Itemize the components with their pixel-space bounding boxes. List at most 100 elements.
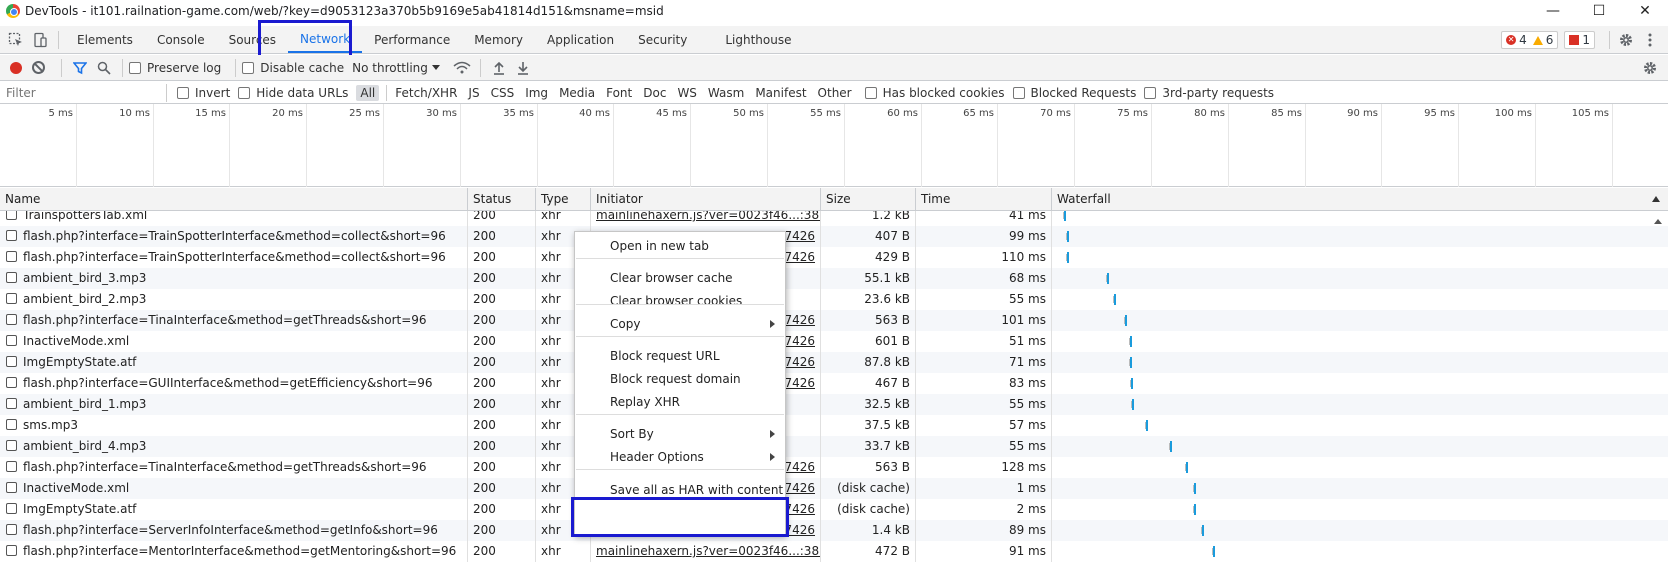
inspect-element-icon[interactable] bbox=[4, 28, 28, 52]
preserve-log-checkbox[interactable] bbox=[129, 61, 141, 74]
filter-funnel-icon[interactable] bbox=[68, 56, 92, 80]
third-party-requests-checkbox[interactable] bbox=[1144, 86, 1157, 99]
initiator-link[interactable]: mainlinehaxern.js?ver=0023f46...:387426 bbox=[596, 544, 820, 558]
request-row[interactable]: flash.php?interface=MentorInterface&meth… bbox=[0, 541, 1668, 562]
request-row[interactable]: ambient_bird_4.mp3 200 xhr 33.7 kB 55 ms bbox=[0, 436, 1668, 457]
tab-performance[interactable]: Performance bbox=[362, 26, 462, 53]
request-row[interactable]: flash.php?interface=TinaInterface&method… bbox=[0, 457, 1668, 478]
request-row[interactable]: ImgEmptyState.atf 200 xhr ...387426 87.8 kB 7… bbox=[0, 352, 1668, 373]
has-blocked-cookies-checkbox[interactable] bbox=[864, 86, 877, 99]
request-row[interactable]: InactiveMode.xml 200 xhr ...387426 601 B 51 m… bbox=[0, 331, 1668, 352]
request-name-cell[interactable]: ambient_bird_1.mp3 bbox=[0, 394, 468, 415]
filter-type-all[interactable]: All bbox=[356, 84, 380, 101]
network-settings-gear-icon[interactable] bbox=[1638, 56, 1662, 80]
column-header-size[interactable]: Size bbox=[821, 188, 916, 211]
request-name-cell[interactable]: flash.php?interface=TrainSpotterInterfac… bbox=[0, 247, 468, 268]
maximize-button[interactable]: ☐ bbox=[1576, 0, 1622, 21]
column-header-type[interactable]: Type bbox=[536, 188, 591, 211]
request-name-cell[interactable]: flash.php?interface=ServerInfoInterface&… bbox=[0, 520, 468, 541]
column-header-time[interactable]: Time bbox=[916, 188, 1052, 211]
request-name-cell[interactable]: ImgEmptyState.atf bbox=[0, 352, 468, 373]
context-menu-item[interactable]: Block request domain bbox=[575, 368, 785, 390]
request-row[interactable]: ambient_bird_2.mp3 200 xhr 23.6 kB 55 ms bbox=[0, 289, 1668, 310]
tab-security[interactable]: Security bbox=[626, 26, 699, 53]
request-name-cell[interactable]: InactiveMode.xml bbox=[0, 331, 468, 352]
clear-icon[interactable] bbox=[32, 61, 45, 74]
context-menu-item[interactable]: Open in new tab bbox=[575, 235, 785, 257]
minimize-button[interactable]: — bbox=[1530, 0, 1576, 21]
request-name-cell[interactable]: ambient_bird_3.mp3 bbox=[0, 268, 468, 289]
blocked-requests-checkbox[interactable] bbox=[1012, 86, 1025, 99]
filter-type-ws[interactable]: WS bbox=[673, 85, 700, 101]
context-menu-item[interactable]: Copy bbox=[575, 313, 785, 335]
console-counters[interactable]: ✕ 4 6 bbox=[1501, 31, 1559, 49]
request-row[interactable]: ambient_bird_3.mp3 200 xhr 55.1 kB 68 ms bbox=[0, 268, 1668, 289]
initiator-link[interactable]: mainlinehaxern.js?ver=0023f46...:387426 bbox=[596, 211, 820, 222]
tab-lighthouse[interactable]: Lighthouse bbox=[713, 26, 803, 53]
import-har-icon[interactable] bbox=[487, 56, 511, 80]
request-name-cell[interactable]: ambient_bird_2.mp3 bbox=[0, 289, 468, 310]
request-row[interactable]: ambient_bird_1.mp3 200 xhr 32.5 kB 55 ms bbox=[0, 394, 1668, 415]
context-menu-item[interactable]: Header Options bbox=[575, 446, 785, 468]
throttling-select[interactable]: No throttling bbox=[352, 61, 428, 75]
request-row[interactable]: flash.php?interface=TrainSpotterInterfac… bbox=[0, 226, 1668, 247]
request-initiator[interactable]: mainlinehaxern.js?ver=0023f46...:387426 bbox=[591, 211, 821, 226]
search-icon[interactable] bbox=[92, 56, 116, 80]
device-toolbar-icon[interactable] bbox=[28, 28, 52, 52]
request-name-cell[interactable]: flash.php?interface=TinaInterface&method… bbox=[0, 457, 468, 478]
tab-application[interactable]: Application bbox=[535, 26, 626, 53]
filter-type-wasm[interactable]: Wasm bbox=[704, 85, 748, 101]
close-button[interactable]: ✕ bbox=[1622, 0, 1668, 21]
request-name-cell[interactable]: ambient_bird_4.mp3 bbox=[0, 436, 468, 457]
filter-type-img[interactable]: Img bbox=[521, 85, 552, 101]
filter-type-media[interactable]: Media bbox=[555, 85, 599, 101]
request-name-cell[interactable]: flash.php?interface=MentorInterface&meth… bbox=[0, 541, 468, 562]
network-conditions-icon[interactable] bbox=[450, 56, 474, 80]
request-row[interactable]: sms.mp3 200 xhr 37.5 kB 57 ms bbox=[0, 415, 1668, 436]
filter-type-doc[interactable]: Doc bbox=[639, 85, 670, 101]
context-menu-item[interactable]: Replay XHR bbox=[575, 391, 785, 413]
settings-gear-icon[interactable] bbox=[1614, 28, 1638, 52]
scroll-up-arrow-icon[interactable] bbox=[1654, 219, 1662, 224]
column-header-status[interactable]: Status bbox=[468, 188, 536, 211]
record-icon[interactable] bbox=[10, 61, 22, 74]
filter-type-manifest[interactable]: Manifest bbox=[751, 85, 810, 101]
request-name-cell[interactable]: sms.mp3 bbox=[0, 415, 468, 436]
filter-type-js[interactable]: JS bbox=[464, 85, 483, 101]
request-name-cell[interactable]: flash.php?interface=TrainSpotterInterfac… bbox=[0, 226, 468, 247]
invert-checkbox[interactable] bbox=[177, 86, 189, 99]
context-menu-item[interactable]: Sort By bbox=[575, 423, 785, 445]
hide-data-urls-checkbox[interactable] bbox=[238, 86, 251, 99]
request-row[interactable]: TrainspottersTab.xml 200 xhr mainlinehaxern… bbox=[0, 211, 1668, 226]
issues-counter[interactable]: 1 bbox=[1564, 31, 1595, 49]
filter-type-other[interactable]: Other bbox=[814, 85, 856, 101]
request-name-cell[interactable]: InactiveMode.xml bbox=[0, 478, 468, 499]
tab-memory[interactable]: Memory bbox=[462, 26, 535, 53]
sort-ascending-icon[interactable] bbox=[1652, 196, 1660, 202]
disable-cache-checkbox[interactable] bbox=[242, 61, 255, 74]
more-options-icon[interactable] bbox=[1638, 28, 1662, 52]
filter-type-fetch-xhr[interactable]: Fetch/XHR bbox=[391, 85, 461, 101]
tab-console[interactable]: Console bbox=[145, 26, 217, 53]
request-name-cell[interactable]: flash.php?interface=GUIInterface&method=… bbox=[0, 373, 468, 394]
column-header-name[interactable]: Name bbox=[0, 188, 468, 211]
column-header-waterfall[interactable]: Waterfall bbox=[1052, 188, 1668, 211]
column-header-initiator[interactable]: Initiator bbox=[591, 188, 821, 211]
request-name-cell[interactable]: ImgEmptyState.atf bbox=[0, 499, 468, 520]
request-row[interactable]: InactiveMode.xml 200 xhr ...387426 (disk cac… bbox=[0, 478, 1668, 499]
context-menu-item[interactable]: Block request URL bbox=[575, 345, 785, 367]
network-overview-timeline[interactable]: 5 ms 10 ms 15 ms 20 ms 25 ms 30 ms 35 ms 40 ms 4… bbox=[0, 104, 1668, 187]
request-row[interactable]: flash.php?interface=TinaInterface&method… bbox=[0, 310, 1668, 331]
context-menu-item[interactable]: Clear browser cookies bbox=[575, 290, 785, 312]
filter-input[interactable] bbox=[0, 82, 160, 103]
tab-elements[interactable]: Elements bbox=[65, 26, 145, 53]
filter-type-font[interactable]: Font bbox=[602, 85, 636, 101]
request-name-cell[interactable]: TrainspottersTab.xml bbox=[0, 211, 468, 226]
request-row[interactable]: flash.php?interface=GUIInterface&method=… bbox=[0, 373, 1668, 394]
context-menu-item[interactable]: Clear browser cache bbox=[575, 267, 785, 289]
request-row[interactable]: ImgEmptyState.atf 200 xhr ...387426 (disk ca… bbox=[0, 499, 1668, 520]
request-row[interactable]: flash.php?interface=ServerInfoInterface&… bbox=[0, 520, 1668, 541]
request-name-cell[interactable]: flash.php?interface=TinaInterface&method… bbox=[0, 310, 468, 331]
request-row[interactable]: flash.php?interface=TrainSpotterInterfac… bbox=[0, 247, 1668, 268]
request-initiator[interactable]: mainlinehaxern.js?ver=0023f46...:387426 bbox=[591, 541, 821, 562]
